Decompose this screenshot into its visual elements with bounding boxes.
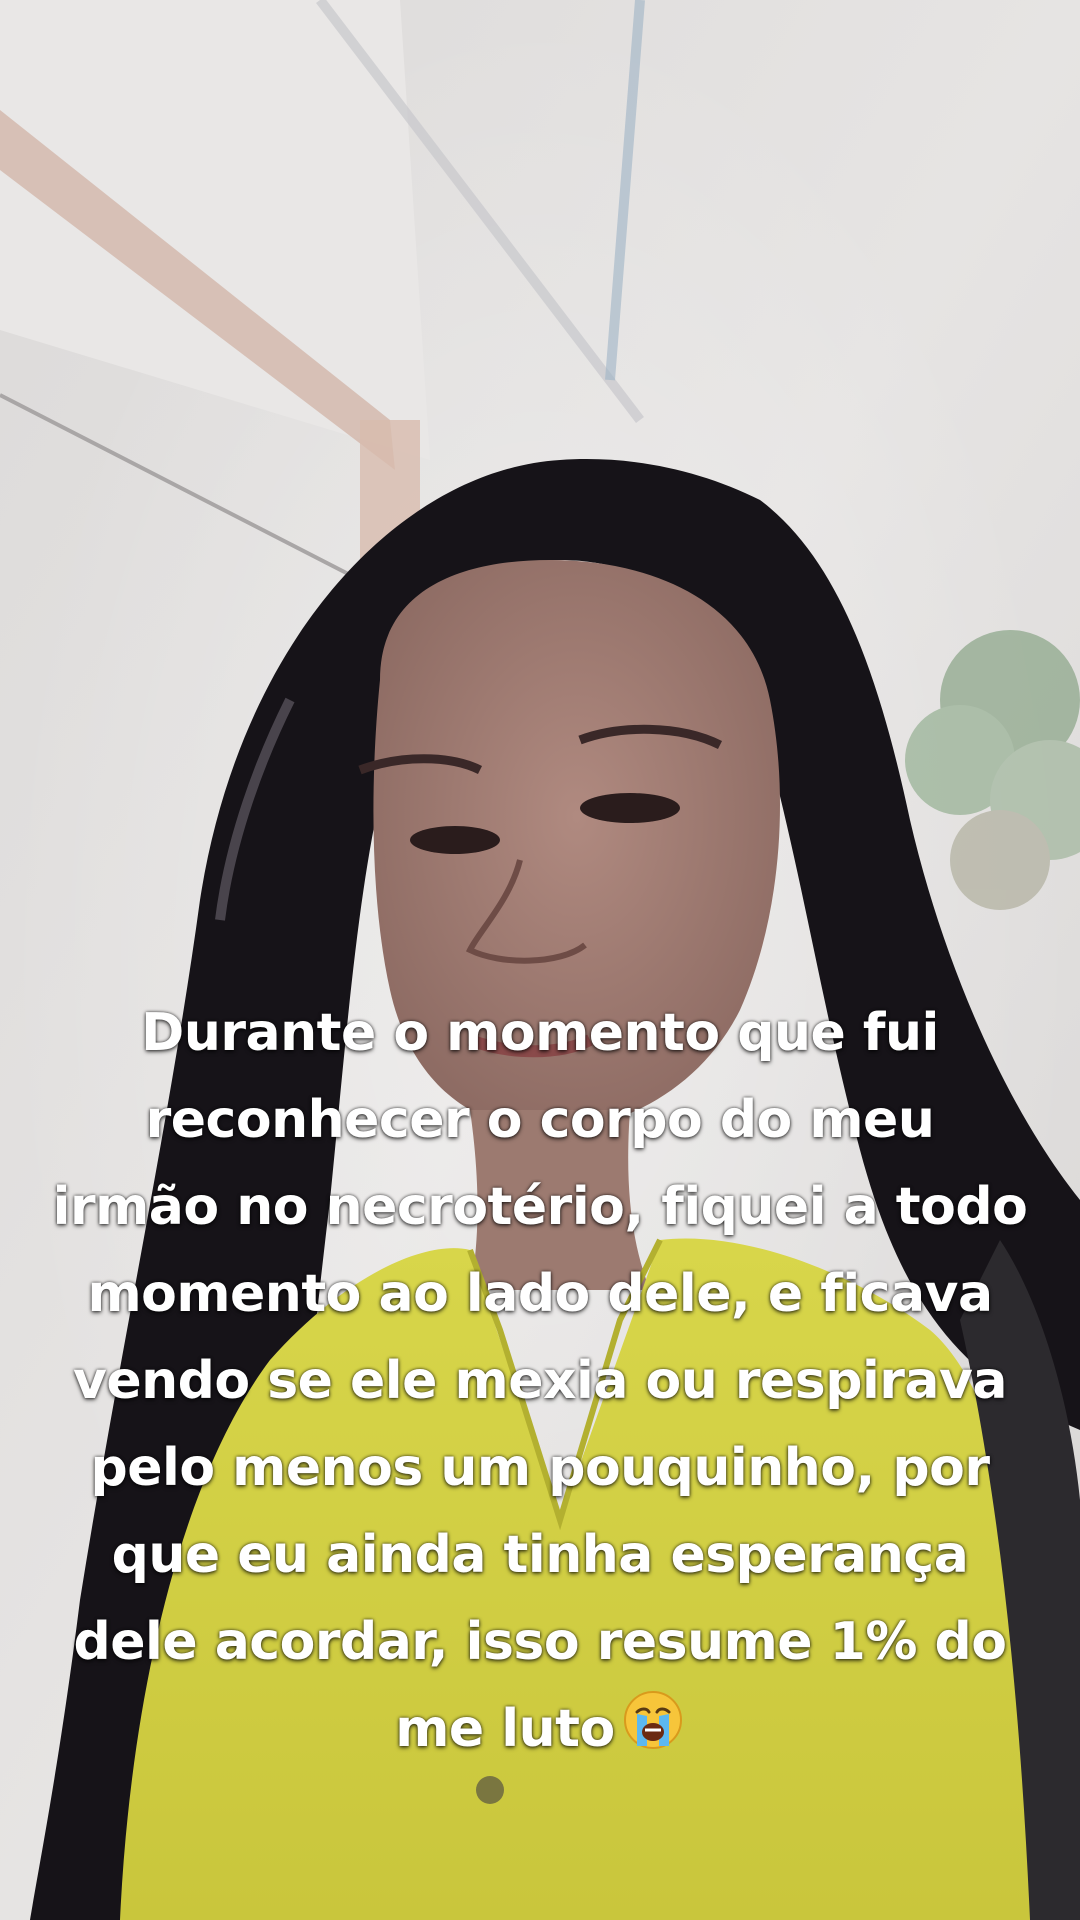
caption-line: reconhecer o corpo do meu <box>145 1090 935 1150</box>
caption-line-text: me luto <box>395 1699 615 1759</box>
caption-line: dele acordar, isso resume 1% do <box>73 1612 1007 1672</box>
loudly-crying-face-icon <box>623 1691 682 1749</box>
caption-line: vendo se ele mexia ou respirava <box>72 1351 1008 1411</box>
left-eye <box>410 826 500 854</box>
caption-line: pelo menos um pouquinho, por <box>90 1438 990 1498</box>
right-eye <box>580 793 680 823</box>
caption-line: Durante o momento que fui <box>141 1003 939 1063</box>
caption-line: que eu ainda tinha esperança <box>111 1525 969 1585</box>
video-frame: Durante o momento que fui reconhecer o c… <box>0 0 1080 1920</box>
shirt-button <box>476 1776 504 1804</box>
caption-last-line: me luto <box>40 1686 1040 1773</box>
caption-line: momento ao lado dele, e ficava <box>87 1264 993 1324</box>
caption-overlay: Durante o momento que fui reconhecer o c… <box>40 990 1040 1773</box>
caption-line: irmão no necrotério, fiquei a todo <box>52 1177 1028 1237</box>
